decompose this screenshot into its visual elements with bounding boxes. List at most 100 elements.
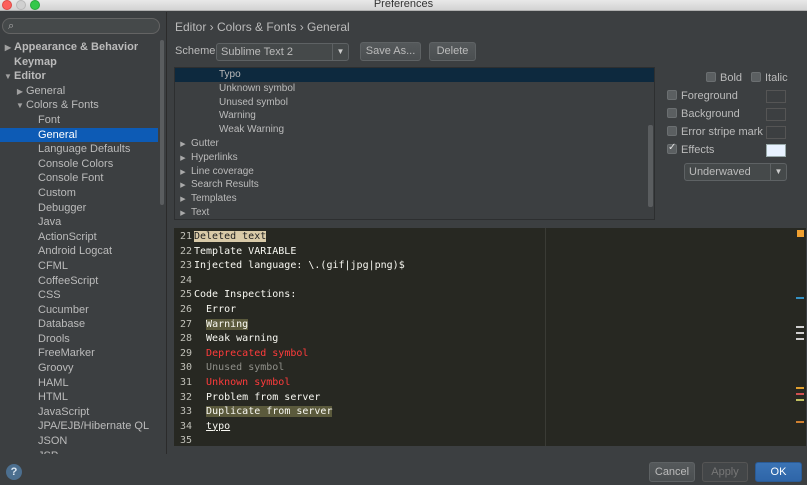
attribute-list-scrollbar[interactable] xyxy=(648,125,653,207)
expand-right-icon: ▶ xyxy=(4,43,12,52)
line-number: 34 xyxy=(179,420,192,432)
expand-right-icon: ▶ xyxy=(180,182,186,190)
background-color-swatch[interactable] xyxy=(766,108,786,121)
attribute-row[interactable]: ▶ Line coverage xyxy=(175,165,654,179)
attribute-row[interactable]: Unused symbol xyxy=(175,96,654,110)
effects-color-swatch[interactable] xyxy=(766,144,786,157)
code-token: Code Inspections: xyxy=(194,289,297,301)
stripe-mark[interactable] xyxy=(796,332,804,334)
sidebar-item[interactable]: ▼ Colors & Fonts xyxy=(0,98,158,113)
attribute-label: Weak Warning xyxy=(219,124,285,136)
foreground-color-swatch[interactable] xyxy=(766,90,786,103)
line-number: 35 xyxy=(179,435,192,446)
sidebar-scrollbar[interactable] xyxy=(160,40,164,205)
stripe-mark[interactable] xyxy=(796,399,804,401)
checkbox-icon xyxy=(667,108,677,118)
expand-right-icon: ▶ xyxy=(180,196,186,204)
sidebar-item-label: HAML xyxy=(38,376,69,389)
error-stripe-color-swatch[interactable] xyxy=(766,126,786,139)
sidebar-item[interactable]: HAML xyxy=(0,376,158,391)
code-line: 22 Template VARIABLE xyxy=(174,245,296,260)
sidebar-item-label: Appearance & Behavior xyxy=(14,41,139,53)
sidebar-item[interactable]: Keymap xyxy=(0,55,158,70)
sidebar-item[interactable]: HTML xyxy=(0,390,158,405)
stripe-mark[interactable] xyxy=(796,338,804,340)
attribute-row[interactable]: ▶ Search Results xyxy=(175,178,654,192)
checkbox-checked-icon xyxy=(667,142,677,154)
attribute-row[interactable]: Unknown symbol xyxy=(175,82,654,96)
sidebar-item[interactable]: JSON xyxy=(0,434,158,449)
sidebar-item-label: Console Font xyxy=(38,172,104,185)
sidebar-item[interactable]: Custom xyxy=(0,186,158,201)
code-token: Error xyxy=(194,304,237,315)
sidebar-item[interactable]: Font xyxy=(0,113,158,128)
error-stripe-checkbox[interactable]: Error stripe mark xyxy=(667,126,763,138)
attribute-row[interactable]: Weak Warning xyxy=(175,123,654,137)
stripe-mark[interactable] xyxy=(796,387,804,389)
attribute-row[interactable]: ▶ Hyperlinks xyxy=(175,151,654,165)
code-token: Weak warning xyxy=(194,333,279,345)
sidebar-item[interactable]: Android Logcat xyxy=(0,244,158,259)
attribute-row[interactable]: ▶ Text xyxy=(175,206,654,219)
sidebar-item[interactable]: Java xyxy=(0,215,158,230)
stripe-mark[interactable] xyxy=(796,297,804,299)
sidebar-item[interactable]: CoffeeScript xyxy=(0,274,158,289)
attribute-label: Search Results xyxy=(191,179,259,191)
foreground-checkbox[interactable]: Foreground xyxy=(667,90,738,102)
attribute-row[interactable]: ▶ Gutter xyxy=(175,137,654,151)
attribute-label: Line coverage xyxy=(191,165,254,177)
attribute-row[interactable]: Typo xyxy=(175,68,654,82)
sidebar-item[interactable]: Cucumber xyxy=(0,303,158,318)
preview-editor[interactable]: 21 Deleted text 22 Template VARIABLE 23 Injec… xyxy=(174,228,806,446)
scheme-dropdown[interactable]: Sublime Text 2 ▼ xyxy=(216,43,349,61)
sidebar-item[interactable]: JavaScript xyxy=(0,405,158,420)
ok-button[interactable]: OK xyxy=(755,462,802,482)
help-button[interactable]: ? xyxy=(6,464,22,480)
attribute-row[interactable]: Warning xyxy=(175,109,654,123)
checkbox-icon xyxy=(667,90,677,100)
sidebar-item[interactable]: ▼ Editor xyxy=(0,69,158,84)
sidebar-item-label: HTML xyxy=(38,391,68,404)
sidebar-item[interactable]: JSP xyxy=(0,449,158,454)
checkbox-icon xyxy=(667,126,677,136)
chevron-down-icon: ▼ xyxy=(332,44,348,60)
code-line: 27 Warning xyxy=(174,318,249,333)
sidebar-item[interactable]: CSS xyxy=(0,288,158,303)
sidebar-item[interactable]: JPA/EJB/Hibernate QL xyxy=(0,419,158,434)
window-title: Preferences xyxy=(373,0,434,10)
search-input[interactable]: ⌕ xyxy=(2,18,160,34)
sidebar-item[interactable]: Groovy xyxy=(0,361,158,376)
code-line: 32 Problem from server xyxy=(174,391,320,406)
sidebar-item[interactable]: FreeMarker xyxy=(0,346,158,361)
bold-checkbox[interactable]: Bold xyxy=(706,72,742,84)
sidebar-item[interactable]: Console Colors xyxy=(0,157,158,172)
sidebar-item[interactable]: ActionScript xyxy=(0,230,158,245)
save-as-button[interactable]: Save As... xyxy=(360,42,421,61)
apply-button[interactable]: Apply xyxy=(702,462,748,482)
sidebar-item[interactable]: Drools xyxy=(0,332,158,347)
sidebar-item[interactable]: ▶ General xyxy=(0,84,158,99)
warning-marker[interactable] xyxy=(797,230,804,237)
stripe-mark[interactable] xyxy=(796,393,804,395)
effects-checkbox[interactable]: Effects xyxy=(667,142,714,156)
stripe-mark[interactable] xyxy=(796,421,804,423)
code-line: 31 Unknown symbol xyxy=(174,376,290,391)
settings-sidebar: ⌕ ▶ Appearance & Behavior Keymap ▼ Editor ▶ Ge… xyxy=(0,12,167,454)
delete-button[interactable]: Delete xyxy=(429,42,476,61)
attribute-row[interactable]: ▶ Templates xyxy=(175,192,654,206)
sidebar-item[interactable]: Database xyxy=(0,317,158,332)
cancel-button[interactable]: Cancel xyxy=(649,462,695,482)
effect-type-dropdown[interactable]: Underwaved ▼ xyxy=(684,163,787,181)
sidebar-item[interactable]: Language Defaults xyxy=(0,142,158,157)
sidebar-item[interactable]: CFML xyxy=(0,259,158,274)
sidebar-item[interactable]: Debugger xyxy=(0,201,158,216)
background-checkbox[interactable]: Background xyxy=(667,108,740,120)
code-line: 24 xyxy=(174,274,194,289)
chevron-down-icon: ▼ xyxy=(770,164,786,180)
expand-right-icon: ▶ xyxy=(180,168,186,176)
stripe-mark[interactable] xyxy=(796,326,804,328)
sidebar-item[interactable]: ▶ Appearance & Behavior xyxy=(0,40,158,55)
sidebar-item[interactable]: General xyxy=(0,127,158,143)
italic-checkbox[interactable]: Italic xyxy=(751,72,788,84)
sidebar-item[interactable]: Console Font xyxy=(0,171,158,186)
